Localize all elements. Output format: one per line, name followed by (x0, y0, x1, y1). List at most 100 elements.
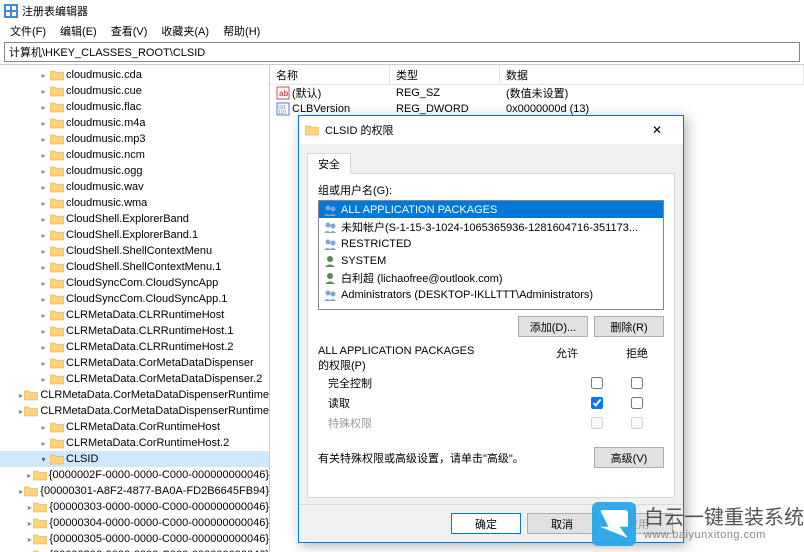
dialog-titlebar[interactable]: CLSID 的权限 ✕ (299, 116, 683, 144)
tree-item[interactable]: cloudmusic.cue (0, 83, 269, 99)
tree-item-label: CLRMetaData.CorRuntimeHost (66, 421, 220, 433)
expander-icon[interactable] (38, 118, 49, 129)
allow-checkbox[interactable] (591, 397, 603, 409)
tree-item[interactable]: {00000303-0000-0000-C000-000000000046} (0, 499, 269, 515)
expander-icon[interactable] (38, 438, 49, 449)
column-type[interactable]: 类型 (390, 65, 500, 84)
tab-security[interactable]: 安全 (307, 153, 351, 174)
tree-item[interactable]: cloudmusic.flac (0, 99, 269, 115)
expander-icon[interactable] (27, 534, 32, 545)
tree-item[interactable]: cloudmusic.cda (0, 67, 269, 83)
expander-icon[interactable] (38, 278, 49, 289)
expander-icon[interactable] (38, 198, 49, 209)
close-button[interactable]: ✕ (637, 120, 677, 140)
tree-item[interactable]: CLRMetaData.CorMetaDataDispenser.2 (0, 371, 269, 387)
tree-item[interactable]: CLRMetaData.CorRuntimeHost (0, 419, 269, 435)
tree-item[interactable]: cloudmusic.mp3 (0, 131, 269, 147)
group-item[interactable]: 白利超 (lichaofree@outlook.com) (319, 269, 663, 286)
tree-item[interactable]: CLRMetaData.CorMetaDataDispenserRuntime (0, 387, 269, 403)
tree-item[interactable]: CLRMetaData.CLRRuntimeHost (0, 307, 269, 323)
expander-icon[interactable] (38, 150, 49, 161)
group-item[interactable]: SYSTEM (319, 252, 663, 269)
expander-icon[interactable] (38, 102, 49, 113)
deny-checkbox (631, 417, 643, 429)
menu-favorites[interactable]: 收藏夹(A) (155, 22, 215, 40)
address-bar[interactable]: 计算机\HKEY_CLASSES_ROOT\CLSID (4, 42, 800, 62)
tree-item[interactable]: cloudmusic.wav (0, 179, 269, 195)
expander-icon[interactable] (38, 358, 49, 369)
expander-icon[interactable] (38, 182, 49, 193)
group-item[interactable]: ALL APPLICATION PACKAGES (319, 201, 663, 218)
tree-item[interactable]: cloudmusic.ogg (0, 163, 269, 179)
tree-item[interactable]: CloudSyncCom.CloudSyncApp.1 (0, 291, 269, 307)
expander-icon[interactable] (38, 86, 49, 97)
folder-icon (33, 501, 47, 513)
tree-item[interactable]: CloudSyncCom.CloudSyncApp (0, 275, 269, 291)
expander-icon[interactable] (19, 406, 24, 417)
tree-item[interactable]: CLRMetaData.CLRRuntimeHost.1 (0, 323, 269, 339)
menu-file[interactable]: 文件(F) (4, 22, 52, 40)
expander-icon[interactable] (38, 326, 49, 337)
tree-item[interactable]: CLRMetaData.CLRRuntimeHost.2 (0, 339, 269, 355)
tree-item[interactable]: cloudmusic.m4a (0, 115, 269, 131)
expander-icon[interactable] (38, 134, 49, 145)
app-icon (4, 4, 18, 18)
tree-item[interactable]: {00000305-0000-0000-C000-000000000046} (0, 531, 269, 547)
tree-item[interactable]: CloudShell.ShellContextMenu.1 (0, 259, 269, 275)
tree-item[interactable]: CLSID (0, 451, 269, 467)
expander-icon[interactable] (38, 342, 49, 353)
tree-item[interactable]: CloudShell.ShellContextMenu (0, 243, 269, 259)
expander-icon[interactable] (27, 502, 32, 513)
tree-item[interactable]: CLRMetaData.CorRuntimeHost.2 (0, 435, 269, 451)
cancel-button[interactable]: 取消 (527, 513, 597, 534)
tree-item[interactable]: cloudmusic.ncm (0, 147, 269, 163)
tree-item[interactable]: {00000301-A8F2-4877-BA0A-FD2B6645FB94} (0, 483, 269, 499)
tree-item[interactable]: CloudShell.ExplorerBand (0, 211, 269, 227)
tree-item[interactable]: {0000002F-0000-0000-C000-000000000046} (0, 467, 269, 483)
deny-checkbox[interactable] (631, 397, 643, 409)
group-list[interactable]: ALL APPLICATION PACKAGES未知帐户(S-1-15-3-10… (318, 200, 664, 310)
menu-help[interactable]: 帮助(H) (217, 22, 266, 40)
expander-icon[interactable] (38, 262, 49, 273)
folder-icon (305, 124, 319, 136)
tree-item[interactable]: CLRMetaData.CorMetaDataDispenserRuntime (0, 403, 269, 419)
group-item[interactable]: 未知帐户(S-1-15-3-1024-1065365936-1281604716… (319, 218, 663, 235)
expander-icon[interactable] (27, 518, 32, 529)
tree-item-label: {00000305-0000-0000-C000-000000000046} (49, 533, 269, 545)
expander-icon[interactable] (27, 470, 32, 481)
group-item[interactable]: Administrators (DESKTOP-IKLLTTT\Administ… (319, 286, 663, 303)
expander-icon[interactable] (19, 486, 23, 497)
expander-icon[interactable] (38, 454, 49, 465)
expander-icon[interactable] (38, 214, 49, 225)
column-data[interactable]: 数据 (500, 65, 804, 84)
list-row[interactable]: (默认)REG_SZ(数值未设置) (270, 85, 804, 101)
ok-button[interactable]: 确定 (451, 513, 521, 534)
expander-icon[interactable] (38, 246, 49, 257)
expander-icon[interactable] (38, 230, 49, 241)
expander-icon[interactable] (38, 374, 49, 385)
folder-icon (50, 293, 64, 305)
tree-item[interactable]: {00000304-0000-0000-C000-000000000046} (0, 515, 269, 531)
tree-item-label: {0000002F-0000-0000-C000-000000000046} (49, 469, 269, 481)
folder-icon (50, 261, 64, 273)
tree-pane[interactable]: cloudmusic.cdacloudmusic.cuecloudmusic.f… (0, 65, 270, 552)
expander-icon[interactable] (38, 70, 49, 81)
expander-icon[interactable] (38, 166, 49, 177)
tree-item[interactable]: cloudmusic.wma (0, 195, 269, 211)
group-item[interactable]: RESTRICTED (319, 235, 663, 252)
tree-item[interactable]: CloudShell.ExplorerBand.1 (0, 227, 269, 243)
apply-button[interactable]: 应用 (603, 513, 673, 534)
menu-edit[interactable]: 编辑(E) (54, 22, 103, 40)
menu-view[interactable]: 查看(V) (105, 22, 154, 40)
expander-icon[interactable] (38, 310, 49, 321)
expander-icon[interactable] (19, 390, 24, 401)
add-button[interactable]: 添加(D)... (518, 316, 588, 337)
column-name[interactable]: 名称 (270, 65, 390, 84)
expander-icon[interactable] (38, 422, 49, 433)
allow-checkbox[interactable] (591, 377, 603, 389)
remove-button[interactable]: 删除(R) (594, 316, 664, 337)
deny-checkbox[interactable] (631, 377, 643, 389)
advanced-button[interactable]: 高级(V) (594, 447, 664, 468)
expander-icon[interactable] (38, 294, 49, 305)
tree-item[interactable]: CLRMetaData.CorMetaDataDispenser (0, 355, 269, 371)
